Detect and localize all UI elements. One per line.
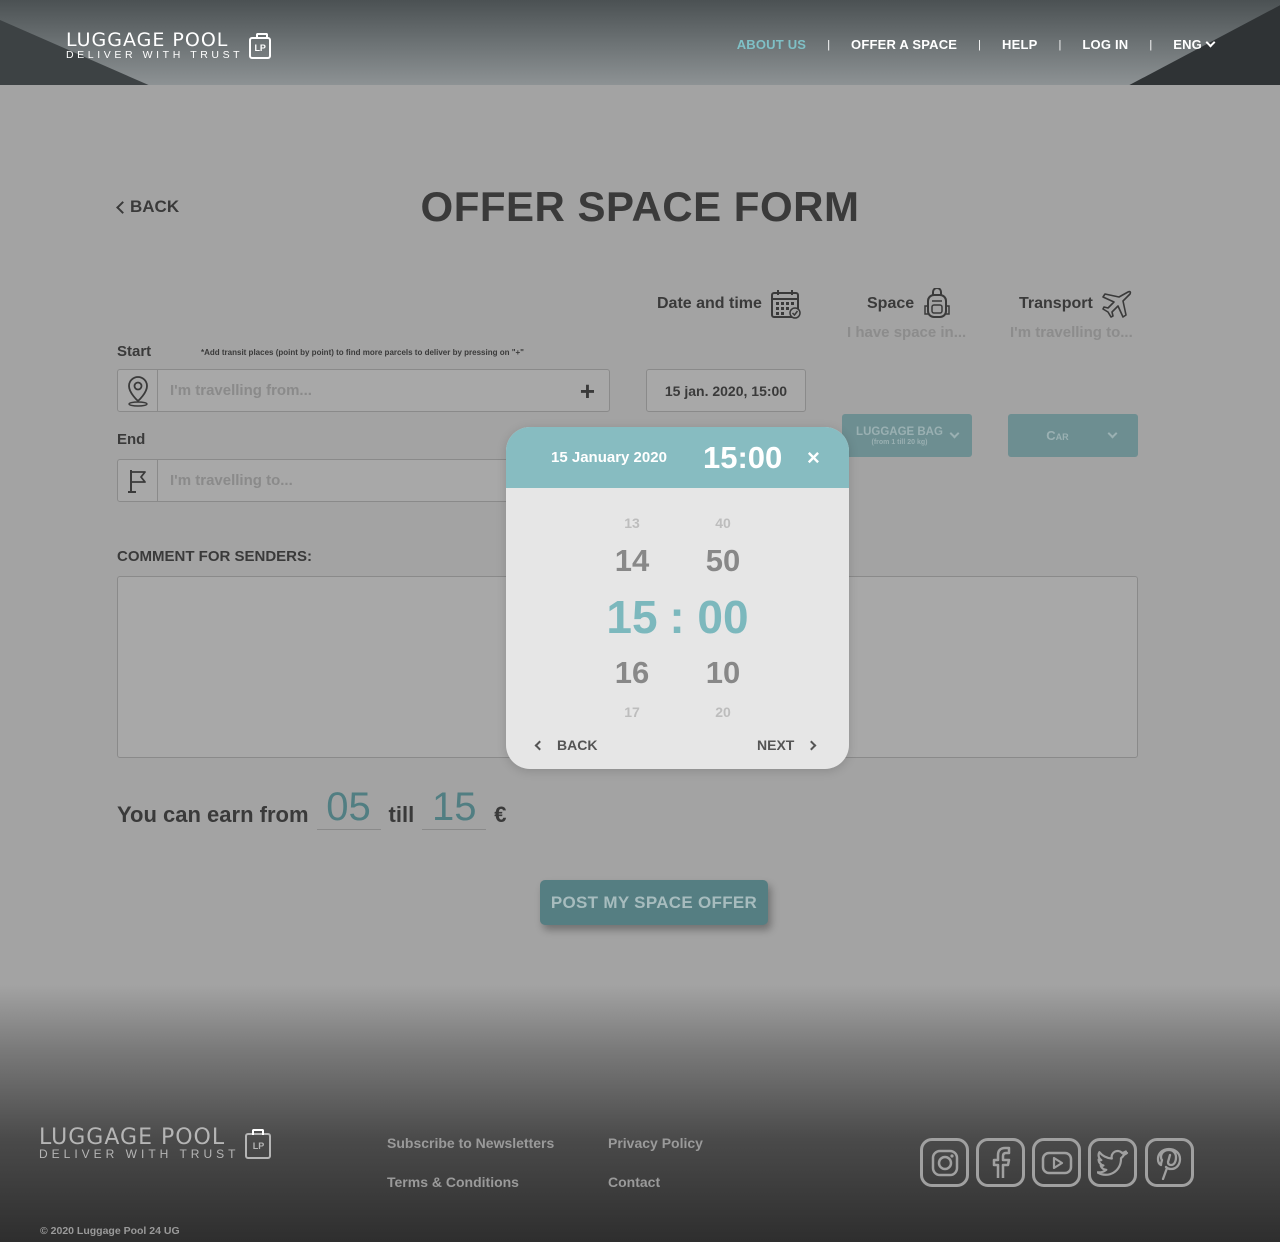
location-pin-icon: [118, 370, 158, 411]
terms-link[interactable]: Terms & Conditions: [387, 1174, 519, 1190]
minute-option[interactable]: 20: [693, 704, 753, 720]
minute-option[interactable]: 10: [688, 655, 758, 691]
earn-to-input[interactable]: 15: [422, 785, 487, 830]
footer-logo[interactable]: LUGGAGE POOL DELIVER WITH TRUST LP: [39, 1125, 272, 1161]
hour-option[interactable]: 16: [597, 655, 667, 691]
earn-prefix: You can earn from: [117, 802, 309, 827]
end-input[interactable]: I'm travelling to...: [117, 459, 537, 502]
space-select[interactable]: LUGGAGE BAG (from 1 till 20 kg): [842, 414, 972, 457]
transport-header: Transport: [1019, 288, 1133, 320]
transport-select-value: Car: [1046, 428, 1069, 443]
post-offer-button[interactable]: POST MY SPACE OFFER: [540, 880, 768, 925]
nav-login[interactable]: LOG IN: [1082, 37, 1128, 52]
date-time-header: Date and time: [657, 288, 802, 320]
nav-help[interactable]: HELP: [1002, 37, 1037, 52]
selected-time: 15:00: [703, 439, 783, 475]
site-header: LUGGAGE POOL DELIVER WITH TRUST LP ABOUT…: [0, 0, 1280, 85]
selected-date: 15 January 2020: [551, 449, 667, 466]
language-label: ENG: [1173, 37, 1202, 52]
nav-separator: |: [1058, 38, 1062, 51]
contact-link[interactable]: Contact: [608, 1174, 660, 1190]
backpack-icon: [924, 288, 950, 318]
earn-row: You can earn from 05 till 15 €: [117, 785, 506, 830]
footer-logo-tagline: DELIVER WITH TRUST: [39, 1147, 240, 1161]
earn-from-input[interactable]: 05: [316, 785, 381, 830]
youtube-icon[interactable]: [1032, 1138, 1081, 1187]
space-select-sub: (from 1 till 20 kg): [871, 438, 928, 446]
date-time-label: Date and time: [657, 295, 762, 312]
end-label: End: [117, 431, 146, 448]
newsletter-link[interactable]: Subscribe to Newsletters: [387, 1135, 554, 1151]
minute-option[interactable]: 40: [693, 515, 753, 531]
transport-label: Transport: [1019, 295, 1093, 312]
transport-select[interactable]: Car: [1008, 414, 1138, 457]
space-select-value: LUGGAGE BAG: [856, 425, 943, 438]
hour-option[interactable]: 17: [602, 704, 662, 720]
transport-placeholder: I'm travelling to...: [1010, 324, 1133, 341]
minute-selected[interactable]: 00: [678, 590, 768, 644]
hour-option[interactable]: 14: [597, 543, 667, 579]
close-icon[interactable]: ×: [807, 445, 820, 471]
minute-option[interactable]: 50: [688, 543, 758, 579]
start-placeholder: I'm travelling from...: [170, 382, 312, 399]
page-title: OFFER SPACE FORM: [420, 183, 860, 230]
chevron-down-icon: [1107, 428, 1118, 439]
comment-label: COMMENT FOR SENDERS:: [117, 548, 312, 565]
site-footer: [0, 985, 1280, 1242]
space-label: Space: [867, 295, 915, 312]
logo-badge-icon: LP: [249, 32, 272, 59]
pinterest-icon[interactable]: [1145, 1138, 1194, 1187]
twitter-icon[interactable]: [1088, 1138, 1137, 1187]
add-transit-button[interactable]: +: [580, 378, 595, 404]
nav-separator: |: [1149, 38, 1153, 51]
language-selector[interactable]: ENG: [1173, 37, 1216, 52]
space-placeholder: I have space in...: [847, 324, 967, 341]
time-wheel[interactable]: 13 14 15 16 17 : 40 50 00 10 20: [506, 488, 849, 769]
nav-separator: |: [827, 38, 831, 51]
chevron-left-icon: [534, 740, 545, 750]
currency-label: €: [494, 802, 507, 827]
picker-back-label: BACK: [557, 737, 598, 753]
earn-till-label: till: [388, 802, 415, 827]
privacy-link[interactable]: Privacy Policy: [608, 1135, 703, 1151]
logo-name: LUGGAGE POOL: [66, 29, 229, 51]
copyright: © 2020 Luggage Pool 24 UG: [40, 1225, 180, 1237]
picker-back-button[interactable]: BACK: [534, 737, 598, 753]
transit-hint: *Add transit places (point by point) to …: [201, 348, 524, 357]
date-time-input[interactable]: 15 jan. 2020, 15:00: [646, 369, 806, 412]
start-input[interactable]: I'm travelling from... +: [117, 369, 610, 412]
space-header: Space: [867, 288, 952, 320]
facebook-icon[interactable]: [976, 1138, 1025, 1187]
logo-tagline: DELIVER WITH TRUST: [66, 49, 244, 61]
instagram-icon[interactable]: [920, 1138, 969, 1187]
time-picker-modal: 15 January 2020 15:00 × 13 14 15 16 17 :…: [506, 427, 849, 769]
end-placeholder: I'm travelling to...: [170, 472, 293, 489]
nav-about-us[interactable]: ABOUT US: [737, 37, 807, 52]
hour-option[interactable]: 13: [602, 515, 662, 531]
footer-logo-badge-icon: LP: [245, 1128, 272, 1159]
picker-next-label: NEXT: [757, 737, 795, 753]
footer-logo-name: LUGGAGE POOL: [39, 1125, 226, 1150]
nav-offer-space[interactable]: OFFER A SPACE: [851, 37, 957, 52]
chevron-right-icon: [806, 740, 817, 750]
start-label: Start: [117, 343, 152, 360]
airplane-icon: [1101, 290, 1131, 318]
nav-separator: |: [978, 38, 982, 51]
chevron-down-icon: [949, 428, 960, 439]
flag-icon: [118, 460, 158, 501]
picker-next-button[interactable]: NEXT: [757, 737, 817, 753]
calendar-icon: [770, 290, 801, 319]
main-nav: ABOUT US | OFFER A SPACE | HELP | LOG IN…: [737, 37, 1216, 52]
time-picker-header: 15 January 2020 15:00 ×: [506, 427, 849, 488]
chevron-down-icon: [1205, 37, 1216, 48]
header-logo[interactable]: LUGGAGE POOL DELIVER WITH TRUST LP: [66, 29, 272, 61]
